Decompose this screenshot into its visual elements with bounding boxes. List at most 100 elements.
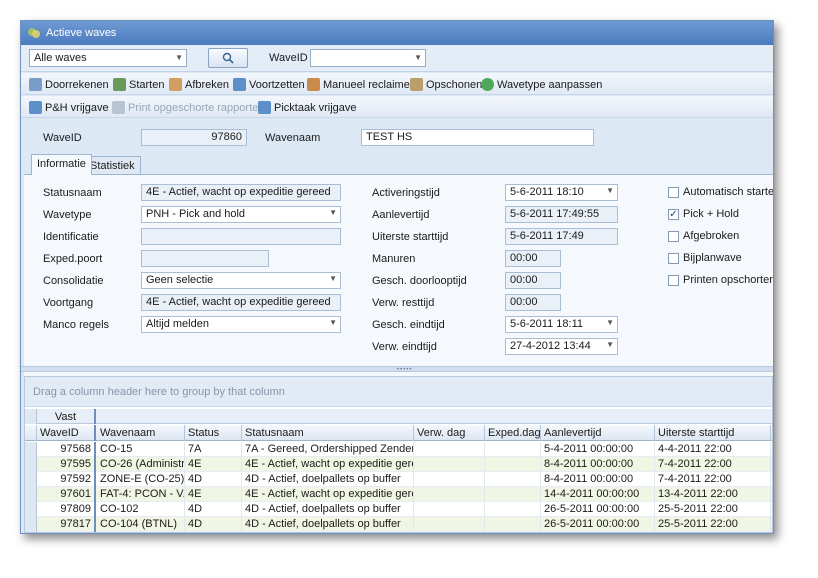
chevron-down-icon: ▼ — [606, 186, 614, 195]
wavetype-select[interactable]: PNH - Pick and hold ▼ — [141, 206, 341, 223]
wave-filter-value: Alle waves — [34, 52, 87, 64]
waveid-field[interactable]: 97860 — [141, 129, 247, 146]
resume-icon — [233, 78, 246, 91]
voortzetten-button[interactable]: Voortzetten — [233, 76, 305, 93]
wavetype-aanpassen-button[interactable]: Wavetype aanpassen — [481, 76, 602, 93]
calculator-icon — [29, 78, 42, 91]
verw-eindtijd-field[interactable]: 27-4-2012 13:44 ▼ — [505, 338, 618, 355]
doorrekenen-label: Doorrekenen — [45, 78, 109, 91]
cell-waveid: 97809 — [37, 502, 96, 517]
table-row[interactable]: 97595 CO-26 (Administr... 4E 4E - Actief, w… — [25, 457, 772, 472]
row-indicator[interactable] — [25, 502, 37, 517]
cell-verw-dag — [414, 457, 485, 472]
cell-wavenaam: CO-102 — [97, 502, 185, 517]
doorrekenen-button[interactable]: Doorrekenen — [29, 76, 109, 93]
statusnaam-field[interactable]: 4E - Actief, wacht op expeditie gereed — [141, 184, 341, 201]
picktaak-vrijgave-label: Picktaak vrijgave — [274, 101, 357, 114]
start-icon — [113, 78, 126, 91]
uiterste-starttijd-field[interactable]: 5-6-2011 17:49 — [505, 228, 618, 245]
voortgang-field[interactable]: 4E - Actief, wacht op expeditie gereed — [141, 294, 341, 311]
table-row[interactable]: 97809 CO-102 4D 4D - Actief, doelpallets op… — [25, 502, 772, 517]
table-row[interactable]: 97817 CO-104 (BTNL) 4D 4D - Actief, doelpal… — [25, 517, 772, 532]
filter-bar: Alle waves ▼ WaveID ▼ — [21, 45, 773, 72]
cell-statusnaam: 4D - Actief, doelpallets op buffer — [242, 517, 414, 532]
cell-aanlevertijd: 26-5-2011 00:00:00 — [541, 517, 655, 532]
print-opgeschorte-rapporten-button[interactable]: Print opgeschorte rapporten — [112, 99, 264, 116]
cell-uiterste-starttijd: 7-4-2011 22:00 — [655, 457, 771, 472]
column-header-aanlevertijd[interactable]: Aanlevertijd — [541, 425, 655, 441]
activeringstijd-value: 5-6-2011 18:10 — [510, 186, 584, 198]
afgebroken-label: Afgebroken — [683, 230, 740, 242]
search-button[interactable] — [208, 48, 248, 68]
row-indicator[interactable] — [25, 442, 37, 457]
cell-verw-dag — [414, 517, 485, 532]
exped-poort-field[interactable] — [141, 250, 269, 267]
waveid-label: WaveID — [43, 132, 82, 144]
abort-icon — [169, 78, 182, 91]
chevron-down-icon: ▼ — [606, 340, 614, 349]
consolidatie-select[interactable]: Geen selectie ▼ — [141, 272, 341, 289]
activeringstijd-field[interactable]: 5-6-2011 18:10 ▼ — [505, 184, 618, 201]
row-indicator[interactable] — [25, 472, 37, 487]
column-header-statusnaam[interactable]: Statusnaam — [242, 425, 414, 441]
gesch-doorlooptijd-field[interactable]: 00:00 — [505, 272, 561, 289]
row-indicator[interactable] — [25, 517, 37, 532]
aanlevertijd-field[interactable]: 5-6-2011 17:49:55 — [505, 206, 618, 223]
verw-eindtijd-value: 27-4-2012 13:44 — [510, 340, 591, 352]
opschonen-button[interactable]: Opschonen — [410, 76, 482, 93]
aanlevertijd-label: Aanlevertijd — [372, 209, 430, 221]
wave-filter-select[interactable]: Alle waves ▼ — [29, 49, 187, 67]
group-by-area[interactable]: Drag a column header here to group by th… — [25, 377, 772, 407]
cell-status: 7A — [185, 442, 242, 457]
waveid-filter-select[interactable]: ▼ — [310, 49, 426, 67]
cell-status: 4E — [185, 487, 242, 502]
table-row[interactable]: 97601 FAT-4: PCON - V... 4E 4E - Actief, wa… — [25, 487, 772, 502]
automatisch-starten-label: Automatisch starten — [683, 186, 774, 198]
verw-resttijd-field[interactable]: 00:00 — [505, 294, 561, 311]
manuren-field[interactable]: 00:00 — [505, 250, 561, 267]
manueel-reclaimen-button[interactable]: Manueel reclaimen — [307, 76, 416, 93]
column-header-exped-dag[interactable]: Exped.dag — [485, 425, 541, 441]
bijplanwave-checkbox[interactable] — [668, 253, 679, 264]
column-header-wavenaam[interactable]: Wavenaam — [97, 425, 185, 441]
chevron-down-icon: ▼ — [329, 274, 337, 283]
gear-icon — [481, 78, 494, 91]
band-vast[interactable]: Vast — [37, 409, 96, 424]
starten-button[interactable]: Starten — [113, 76, 164, 93]
picktaak-vrijgave-button[interactable]: Picktaak vrijgave — [258, 99, 357, 116]
picktask-icon — [258, 101, 271, 114]
column-header-waveid[interactable]: WaveID — [37, 425, 96, 441]
tab-statistiek[interactable]: Statistiek — [84, 156, 141, 175]
ph-vrijgave-button[interactable]: P&H vrijgave — [29, 99, 109, 116]
table-row[interactable]: 97592 ZONE-E (CO-25) 4D 4D - Actief, doelpa… — [25, 472, 772, 487]
tab-informatie[interactable]: Informatie — [31, 154, 92, 175]
column-header-row: WaveID Wavenaam Status Statusnaam Verw. … — [25, 425, 772, 441]
identificatie-field[interactable] — [141, 228, 341, 245]
voortgang-label: Voortgang — [43, 297, 94, 309]
cell-verw-dag — [414, 472, 485, 487]
row-indicator[interactable] — [25, 457, 37, 472]
manco-regels-select[interactable]: Altijd melden ▼ — [141, 316, 341, 333]
verw-eindtijd-label: Verw. eindtijd — [372, 341, 437, 353]
column-header-verw-dag[interactable]: Verw. dag — [414, 425, 485, 441]
table-row[interactable]: 97568 CO-15 7A 7A - Gereed, Ordershipped Ze… — [25, 442, 772, 457]
verw-resttijd-label: Verw. resttijd — [372, 297, 435, 309]
automatisch-starten-checkbox[interactable] — [668, 187, 679, 198]
consolidatie-label: Consolidatie — [43, 275, 104, 287]
cell-waveid: 97568 — [37, 442, 96, 457]
column-header-uiterste-starttijd[interactable]: Uiterste starttijd — [655, 425, 771, 441]
gesch-eindtijd-field[interactable]: 5-6-2011 18:11 ▼ — [505, 316, 618, 333]
cell-exped-dag — [485, 517, 541, 532]
printen-opschorten-checkbox[interactable] — [668, 275, 679, 286]
column-header-next[interactable]: D — [771, 425, 773, 441]
row-indicator[interactable] — [25, 487, 37, 502]
identificatie-label: Identificatie — [43, 231, 99, 243]
wavetype-value: PNH - Pick and hold — [146, 208, 246, 220]
wavenaam-field[interactable]: TEST HS — [361, 129, 594, 146]
cell-aanlevertijd: 26-5-2011 00:00:00 — [541, 502, 655, 517]
afbreken-button[interactable]: Afbreken — [169, 76, 229, 93]
column-header-status[interactable]: Status — [185, 425, 242, 441]
panel-splitter[interactable]: ••••• — [21, 366, 773, 373]
afgebroken-checkbox[interactable] — [668, 231, 679, 242]
pick-hold-checkbox[interactable]: ✓ — [668, 209, 679, 220]
